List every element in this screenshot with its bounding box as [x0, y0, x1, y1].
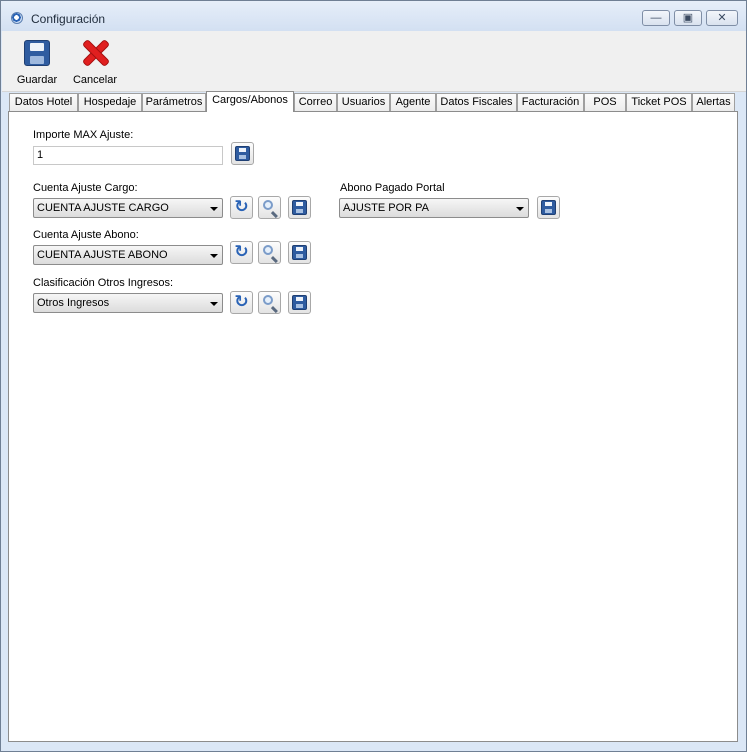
floppy-disk-icon: [235, 146, 250, 161]
clasificacion-value: Otros Ingresos: [37, 297, 110, 309]
tab-facturacion[interactable]: Facturación: [517, 93, 584, 111]
floppy-disk-icon: [292, 295, 307, 310]
close-icon: ✕: [717, 12, 727, 24]
refresh-icon: ↻: [234, 292, 249, 312]
chevron-down-icon: [210, 207, 218, 211]
cuenta-cargo-search-button[interactable]: [258, 196, 281, 219]
importe-max-input[interactable]: 1: [33, 146, 223, 165]
cuenta-abono-refresh-button[interactable]: ↻: [230, 241, 253, 264]
cancel-label: Cancelar: [72, 74, 118, 86]
close-button[interactable]: ✕: [706, 10, 738, 26]
cuenta-cargo-value: CUENTA AJUSTE CARGO: [37, 202, 169, 214]
abono-portal-save-button[interactable]: [537, 196, 560, 219]
app-icon: [11, 12, 23, 24]
tab-agente[interactable]: Agente: [390, 93, 436, 111]
toolbar: Guardar Cancelar: [2, 31, 746, 92]
chevron-down-icon: [210, 302, 218, 306]
clasificacion-select[interactable]: Otros Ingresos: [33, 293, 223, 313]
tab-strip: Datos Hotel Hospedaje Parámetros Cargos/…: [9, 91, 741, 112]
clasificacion-refresh-button[interactable]: ↻: [230, 291, 253, 314]
cuenta-cargo-refresh-button[interactable]: ↻: [230, 196, 253, 219]
refresh-icon: ↻: [234, 197, 249, 217]
importe-max-label: Importe MAX Ajuste:: [33, 129, 134, 141]
tab-alertas[interactable]: Alertas: [692, 93, 735, 111]
tab-ticket-pos[interactable]: Ticket POS: [626, 93, 692, 111]
cuenta-abono-label: Cuenta Ajuste Abono:: [33, 229, 139, 241]
tab-datos-hotel[interactable]: Datos Hotel: [9, 93, 78, 111]
clasificacion-save-button[interactable]: [288, 291, 311, 314]
magnifier-icon: [263, 245, 273, 255]
floppy-disk-icon: [24, 40, 50, 66]
cancel-button[interactable]: Cancelar: [70, 36, 120, 88]
save-button[interactable]: Guardar: [12, 36, 62, 88]
window-title: Configuración: [31, 12, 106, 26]
tab-pos[interactable]: POS: [584, 93, 626, 111]
config-window: Configuración — ▣ ✕ Guardar Cancelar Dat…: [0, 0, 747, 752]
cuenta-cargo-save-button[interactable]: [288, 196, 311, 219]
chevron-down-icon: [210, 254, 218, 258]
floppy-disk-icon: [292, 200, 307, 215]
clasificacion-label: Clasificación Otros Ingresos:: [33, 277, 173, 289]
maximize-button[interactable]: ▣: [674, 10, 702, 26]
minimize-button[interactable]: —: [642, 10, 670, 26]
tab-cargos-abonos[interactable]: Cargos/Abonos: [206, 91, 294, 112]
cuenta-abono-save-button[interactable]: [288, 241, 311, 264]
abono-portal-label: Abono Pagado Portal: [340, 182, 445, 194]
abono-portal-value: AJUSTE POR PA: [343, 202, 429, 214]
tab-parametros[interactable]: Parámetros: [142, 93, 206, 111]
tab-usuarios[interactable]: Usuarios: [337, 93, 390, 111]
floppy-disk-icon: [541, 200, 556, 215]
save-label: Guardar: [16, 74, 58, 86]
red-x-icon: [81, 39, 109, 67]
tab-datos-fiscales[interactable]: Datos Fiscales: [436, 93, 517, 111]
importe-max-save-button[interactable]: [231, 142, 254, 165]
magnifier-icon: [263, 295, 273, 305]
maximize-icon: ▣: [682, 12, 694, 24]
title-bar: Configuración — ▣ ✕: [1, 1, 746, 31]
refresh-icon: ↻: [234, 242, 249, 262]
cuenta-cargo-select[interactable]: CUENTA AJUSTE CARGO: [33, 198, 223, 218]
cuenta-abono-search-button[interactable]: [258, 241, 281, 264]
floppy-disk-icon: [292, 245, 307, 260]
tab-correo[interactable]: Correo: [294, 93, 337, 111]
clasificacion-search-button[interactable]: [258, 291, 281, 314]
abono-portal-select[interactable]: AJUSTE POR PA: [339, 198, 529, 218]
cargos-abonos-panel: Importe MAX Ajuste: 1 Cuenta Ajuste Carg…: [8, 111, 738, 742]
cuenta-abono-select[interactable]: CUENTA AJUSTE ABONO: [33, 245, 223, 265]
cuenta-cargo-label: Cuenta Ajuste Cargo:: [33, 182, 138, 194]
cuenta-abono-value: CUENTA AJUSTE ABONO: [37, 249, 168, 261]
tab-hospedaje[interactable]: Hospedaje: [78, 93, 142, 111]
chevron-down-icon: [516, 207, 524, 211]
magnifier-icon: [263, 200, 273, 210]
minimize-icon: —: [650, 12, 662, 24]
